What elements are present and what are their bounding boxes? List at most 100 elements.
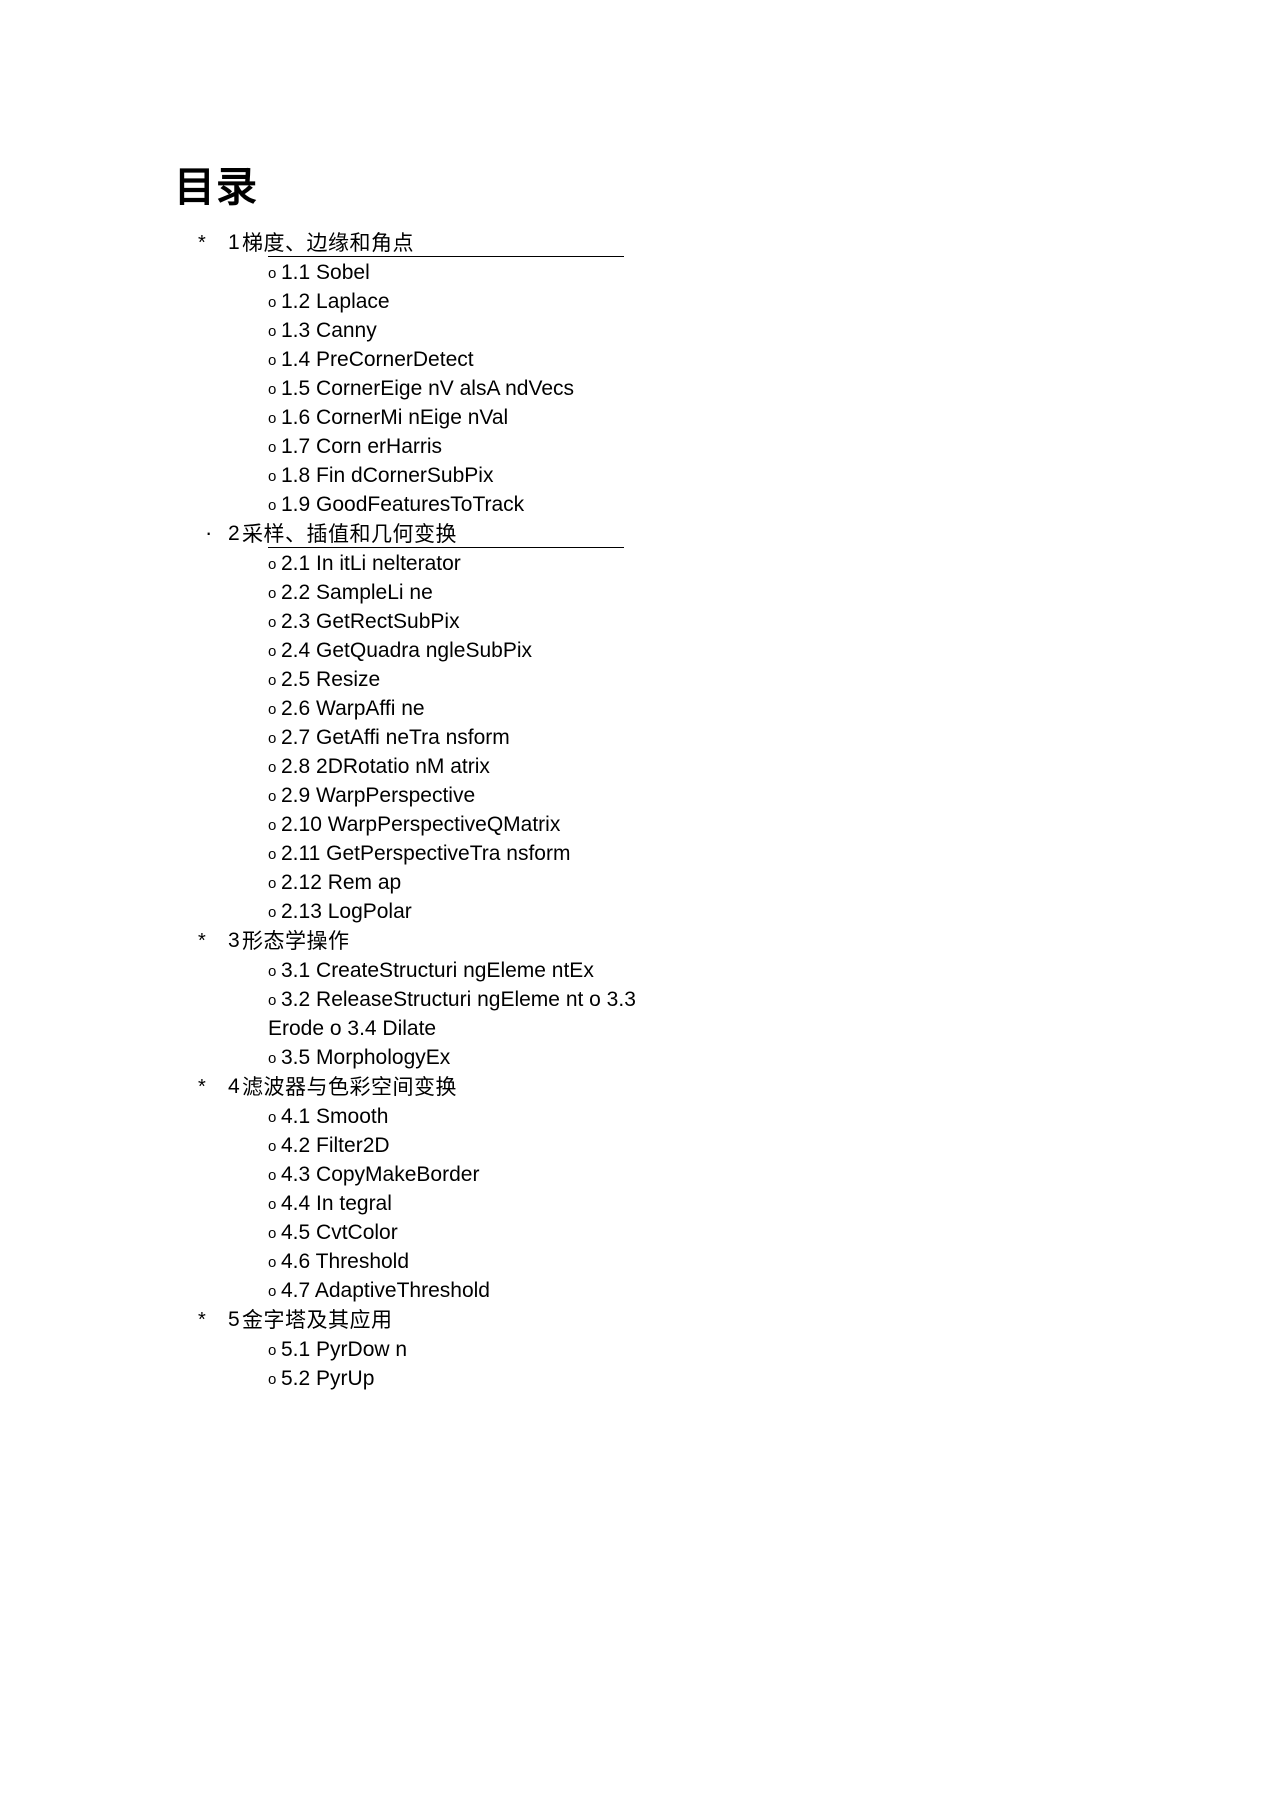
toc-entry[interactable]: o 1.8 Fin dCornerSubPix [0, 461, 1274, 490]
toc-entry[interactable]: o 2.2 SampleLi ne [0, 578, 1274, 607]
toc-entry-label: 2.9 WarpPerspective [281, 784, 476, 807]
toc-entry-label: 1.2 Laplace [281, 290, 390, 313]
toc-entry-label: 4.6 Threshold [281, 1250, 410, 1273]
circle-bullet-icon: o [268, 1283, 277, 1300]
toc-entry-label: 3.2 ReleaseStructuri ngEleme nt o 3.3 [281, 988, 636, 1011]
toc-entry[interactable]: o 1.4 PreCornerDetect [0, 345, 1274, 374]
toc-entry[interactable]: o 1.7 Corn erHarris [0, 432, 1274, 461]
toc-section-heading[interactable]: * 1 梯度、边缘和角点 [0, 228, 1274, 258]
toc-entry-label: 2.1 In itLi nelterator [281, 552, 461, 575]
toc-entry[interactable]: o 5.1 PyrDow n [0, 1335, 1274, 1364]
circle-bullet-icon: o [268, 701, 277, 718]
toc-entry[interactable]: o 5.2 PyrUp [0, 1364, 1274, 1393]
toc-entry-label: 4.7 AdaptiveThreshold [281, 1279, 490, 1302]
toc-section: · 2 采样、插值和几何变换 [0, 519, 1274, 549]
toc-entry-label: Erode o 3.4 Dilate [268, 1017, 437, 1040]
circle-bullet-icon: o [268, 585, 277, 602]
toc-entry[interactable]: o 1.5 CornerEige nV alsA ndVecs [0, 374, 1274, 403]
toc-section-number: 1 [228, 231, 240, 254]
toc-entry-label: 2.6 WarpAffi ne [281, 697, 425, 720]
toc-entry-label: 4.2 Filter2D [281, 1134, 390, 1157]
section-underline-rule [268, 256, 624, 257]
circle-bullet-icon: o [268, 1225, 277, 1242]
toc-section: * 3 形态学操作 [0, 926, 1274, 956]
circle-bullet-icon: o [268, 1254, 277, 1271]
table-of-contents: * 1 梯度、边缘和角点 o 1.1 Sobel o 1.2 Laplace o 1.3 Can… [0, 228, 1274, 1393]
toc-entry-label: 1.4 PreCornerDetect [281, 348, 474, 371]
toc-entry[interactable]: o 2.11 GetPerspectiveTra nsform [0, 839, 1274, 868]
circle-bullet-icon: o [268, 672, 277, 689]
toc-entry[interactable]: o 2.9 WarpPerspective [0, 781, 1274, 810]
circle-bullet-icon: o [268, 439, 277, 456]
circle-bullet-icon: o [268, 410, 277, 427]
toc-section-heading[interactable]: · 2 采样、插值和几何变换 [0, 519, 1274, 549]
toc-entry[interactable]: o 3.5 MorphologyEx [0, 1043, 1274, 1072]
toc-entry[interactable]: o 4.3 CopyMakeBorder [0, 1160, 1274, 1189]
circle-bullet-icon: o [268, 352, 277, 369]
toc-section-title: 梯度、边缘和角点 [242, 231, 414, 255]
circle-bullet-icon: o [268, 730, 277, 747]
circle-bullet-icon: o [268, 963, 277, 980]
toc-entry-label: 1.9 GoodFeaturesToTrack [281, 493, 525, 516]
toc-entry[interactable]: o 2.3 GetRectSubPix [0, 607, 1274, 636]
toc-entry[interactable]: o 4.6 Threshold [0, 1247, 1274, 1276]
toc-entry[interactable]: o 4.7 AdaptiveThreshold [0, 1276, 1274, 1305]
toc-entry[interactable]: o 1.6 CornerMi nEige nVal [0, 403, 1274, 432]
circle-bullet-icon: o [268, 323, 277, 340]
circle-bullet-icon: o [268, 1138, 277, 1155]
toc-entry[interactable]: o 1.9 GoodFeaturesToTrack [0, 490, 1274, 519]
toc-entry[interactable]: o 2.7 GetAffi neTra nsform [0, 723, 1274, 752]
toc-entry[interactable]: o 3.2 ReleaseStructuri ngEleme nt o 3.3 [0, 985, 1274, 1014]
toc-section-title: 金字塔及其应用 [242, 1308, 393, 1332]
toc-entry[interactable]: o 4.2 Filter2D [0, 1131, 1274, 1160]
toc-entry[interactable]: o 4.5 CvtColor [0, 1218, 1274, 1247]
circle-bullet-icon: o [268, 556, 277, 573]
circle-bullet-icon: o [268, 788, 277, 805]
toc-section-heading[interactable]: * 3 形态学操作 [0, 926, 1274, 956]
toc-section-heading[interactable]: * 4 滤波器与色彩空间变换 [0, 1072, 1274, 1102]
circle-bullet-icon: o [268, 1050, 277, 1067]
toc-entry[interactable]: o 2.1 In itLi nelterator [0, 549, 1274, 578]
circle-bullet-icon: o [268, 904, 277, 921]
toc-entry[interactable]: o 1.1 Sobel [0, 258, 1274, 287]
toc-entry[interactable]: o 1.3 Canny [0, 316, 1274, 345]
toc-entry-continuation[interactable]: Erode o 3.4 Dilate [0, 1014, 1274, 1043]
circle-bullet-icon: o [268, 759, 277, 776]
toc-section-number: 2 [228, 522, 240, 545]
middot-bullet-icon: · [205, 520, 213, 545]
toc-entry-label: 2.10 WarpPerspectiveQMatrix [281, 813, 561, 836]
toc-entry[interactable]: o 3.1 CreateStructuri ngEleme ntEx [0, 956, 1274, 985]
toc-entry[interactable]: o 2.4 GetQuadra ngleSubPix [0, 636, 1274, 665]
toc-entry[interactable]: o 1.2 Laplace [0, 287, 1274, 316]
toc-entry-label: 5.1 PyrDow n [281, 1338, 408, 1361]
toc-section-number: 3 [228, 929, 240, 952]
toc-section-title: 采样、插值和几何变换 [242, 522, 457, 546]
toc-entry-label: 3.5 MorphologyEx [281, 1046, 451, 1069]
circle-bullet-icon: o [268, 817, 277, 834]
toc-entry[interactable]: o 2.6 WarpAffi ne [0, 694, 1274, 723]
toc-entry[interactable]: o 2.8 2DRotatio nM atrix [0, 752, 1274, 781]
toc-entry[interactable]: o 4.1 Smooth [0, 1102, 1274, 1131]
circle-bullet-icon: o [268, 1371, 277, 1388]
toc-entry[interactable]: o 2.13 LogPolar [0, 897, 1274, 926]
toc-entry[interactable]: o 2.5 Resize [0, 665, 1274, 694]
circle-bullet-icon: o [268, 846, 277, 863]
toc-entry-label: 5.2 PyrUp [281, 1367, 375, 1390]
toc-entry[interactable]: o 2.12 Rem ap [0, 868, 1274, 897]
toc-entry[interactable]: o 2.10 WarpPerspectiveQMatrix [0, 810, 1274, 839]
toc-entry-label: 4.1 Smooth [281, 1105, 389, 1128]
toc-entry-label: 2.2 SampleLi ne [281, 581, 433, 604]
circle-bullet-icon: o [268, 1342, 277, 1359]
toc-entry-label: 2.12 Rem ap [281, 871, 402, 894]
toc-entry-label: 2.4 GetQuadra ngleSubPix [281, 639, 532, 662]
circle-bullet-icon: o [268, 294, 277, 311]
toc-section-heading[interactable]: * 5 金字塔及其应用 [0, 1305, 1274, 1335]
toc-entry-label: 4.3 CopyMakeBorder [281, 1163, 480, 1186]
toc-entry[interactable]: o 4.4 In tegral [0, 1189, 1274, 1218]
toc-entry-label: 2.5 Resize [281, 668, 381, 691]
circle-bullet-icon: o [268, 614, 277, 631]
toc-section-title: 形态学操作 [242, 929, 350, 953]
circle-bullet-icon: o [268, 265, 277, 282]
toc-entry-label: 1.7 Corn erHarris [281, 435, 443, 458]
toc-entry-label: 3.1 CreateStructuri ngEleme ntEx [281, 959, 594, 982]
